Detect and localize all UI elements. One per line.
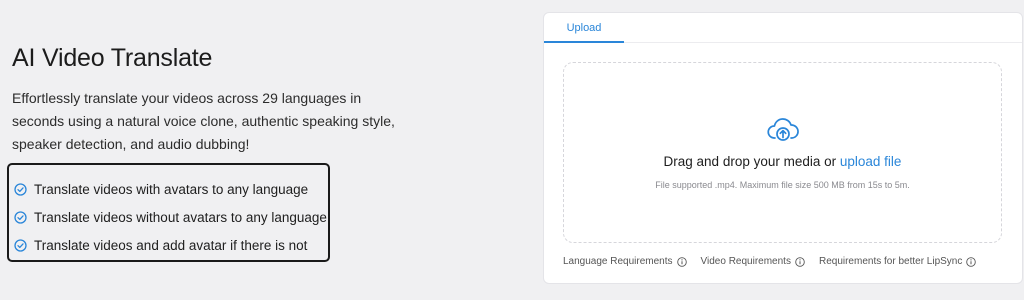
tab-upload[interactable]: Upload: [544, 13, 624, 43]
page-description: Effortlessly translate your videos acros…: [12, 90, 395, 152]
feature-label: Translate videos without avatars to any …: [34, 209, 327, 225]
page-title: AI Video Translate: [12, 44, 213, 72]
tab-label: Upload: [566, 22, 602, 34]
requirements-bar: Language Requirements Video Requirements…: [563, 256, 990, 267]
feature-item: Translate videos without avatars to any …: [14, 203, 328, 231]
check-circle-icon: [14, 238, 27, 252]
lipsync-requirements-link[interactable]: Requirements for better LipSync: [818, 256, 977, 267]
feature-item: Translate videos with avatars to any lan…: [14, 175, 328, 203]
upload-dropzone[interactable]: Drag and drop your media or upload file …: [563, 62, 1002, 243]
dropzone-text: Drag and drop your media or upload file: [564, 154, 1001, 169]
language-requirements-link[interactable]: Language Requirements: [563, 256, 687, 267]
active-tab-indicator: [544, 41, 624, 43]
check-circle-icon: [14, 182, 27, 196]
requirement-label: Requirements for better LipSync: [818, 256, 963, 267]
info-icon: [795, 256, 805, 267]
info-icon: [676, 256, 687, 267]
video-requirements-link[interactable]: Video Requirements: [701, 256, 805, 267]
dropzone-instruction: Drag and drop your media or: [663, 154, 837, 169]
feature-label: Translate videos and add avatar if there…: [34, 237, 308, 253]
upload-card: Upload Drag and drop your media or uploa…: [543, 12, 1023, 284]
requirement-label: Video Requirements: [700, 256, 791, 267]
cloud-upload-icon: [766, 117, 800, 143]
check-circle-icon: [14, 210, 27, 224]
tab-bar: Upload: [544, 13, 1022, 43]
upload-file-link[interactable]: upload file: [840, 154, 902, 169]
feature-list: Translate videos with avatars to any lan…: [7, 163, 330, 262]
requirement-label: Language Requirements: [563, 256, 673, 267]
feature-item: Translate videos and add avatar if there…: [14, 231, 328, 259]
feature-label: Translate videos with avatars to any lan…: [34, 181, 309, 197]
info-icon: [966, 256, 977, 267]
dropzone-hint: File supported .mp4. Maximum file size 5…: [655, 180, 910, 190]
